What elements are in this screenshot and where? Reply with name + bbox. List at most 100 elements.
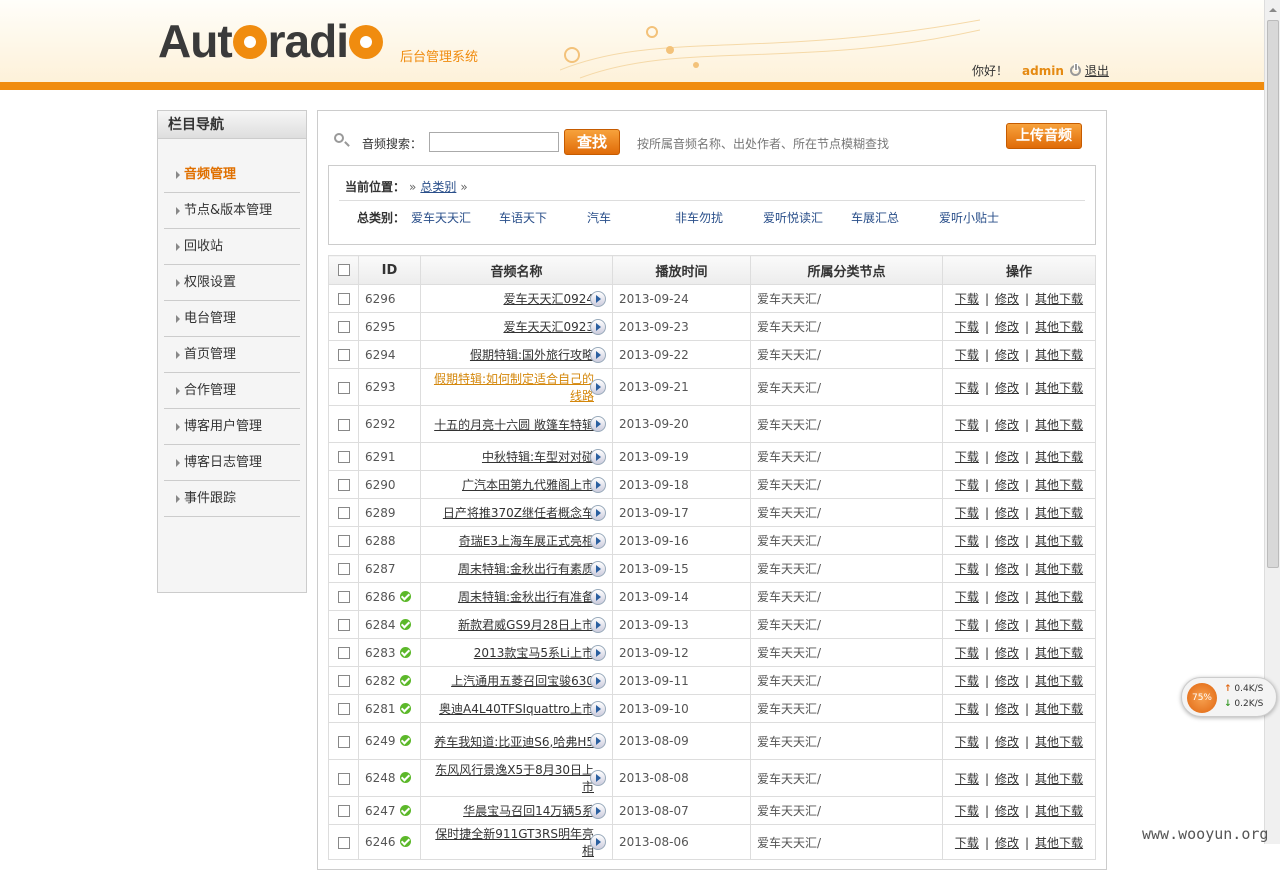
play-icon[interactable]	[590, 318, 606, 335]
play-icon[interactable]	[590, 416, 606, 432]
edit-link[interactable]: 修改	[995, 478, 1019, 492]
other-download-link[interactable]: 其他下载	[1035, 772, 1083, 786]
category-link[interactable]: 汽车	[587, 209, 611, 226]
other-download-link[interactable]: 其他下载	[1035, 292, 1083, 306]
other-download-link[interactable]: 其他下载	[1035, 506, 1083, 520]
sidebar-item[interactable]: 合作管理	[164, 373, 300, 409]
power-icon[interactable]	[1069, 63, 1081, 76]
edit-link[interactable]: 修改	[995, 381, 1019, 395]
play-icon[interactable]	[590, 802, 606, 819]
category-link[interactable]: 爱听悦读汇	[763, 209, 823, 226]
edit-link[interactable]: 修改	[995, 562, 1019, 576]
other-download-link[interactable]: 其他下载	[1035, 562, 1083, 576]
download-link[interactable]: 下载	[955, 418, 979, 432]
upload-audio-button[interactable]: 上传音频	[1006, 123, 1082, 149]
download-link[interactable]: 下载	[955, 804, 979, 818]
other-download-link[interactable]: 其他下载	[1035, 836, 1083, 850]
row-checkbox[interactable]	[337, 349, 350, 361]
category-link[interactable]: 爱听小贴士	[939, 209, 999, 226]
sidebar-item[interactable]: 首页管理	[164, 337, 300, 373]
download-link[interactable]: 下载	[955, 618, 979, 632]
search-button[interactable]: 查找	[564, 129, 620, 155]
audio-name-link[interactable]: 广汽本田第九代雅阁上市	[462, 478, 594, 492]
play-icon[interactable]	[590, 504, 606, 521]
edit-link[interactable]: 修改	[995, 674, 1019, 688]
play-icon[interactable]	[590, 532, 606, 549]
other-download-link[interactable]: 其他下载	[1035, 534, 1083, 548]
play-icon[interactable]	[590, 672, 606, 689]
download-link[interactable]: 下载	[955, 450, 979, 464]
audio-name-link[interactable]: 周末特辑:金秋出行有准备	[458, 590, 594, 604]
sidebar-item[interactable]: 博客用户管理	[164, 409, 300, 445]
scrollbar-thumb[interactable]	[1267, 20, 1279, 568]
audio-name-link[interactable]: 奇瑞E3上海车展正式亮相	[459, 534, 594, 548]
audio-name-link[interactable]: 假期特辑:国外旅行攻略	[470, 348, 594, 362]
category-link[interactable]: 非车勿扰	[675, 209, 723, 226]
audio-name-link[interactable]: 日产将推370Z继任者概念车	[443, 506, 594, 520]
audio-name-link[interactable]: 奥迪A4L40TFSIquattro上市	[439, 702, 594, 716]
row-checkbox[interactable]	[337, 591, 350, 603]
play-icon[interactable]	[590, 834, 606, 850]
edit-link[interactable]: 修改	[995, 804, 1019, 818]
other-download-link[interactable]: 其他下载	[1035, 646, 1083, 660]
other-download-link[interactable]: 其他下载	[1035, 418, 1083, 432]
row-checkbox[interactable]	[337, 647, 350, 659]
edit-link[interactable]: 修改	[995, 418, 1019, 432]
download-link[interactable]: 下载	[955, 292, 979, 306]
edit-link[interactable]: 修改	[995, 735, 1019, 749]
play-icon[interactable]	[590, 616, 606, 633]
row-checkbox[interactable]	[337, 619, 350, 631]
edit-link[interactable]: 修改	[995, 534, 1019, 548]
breadcrumb-root[interactable]: 总类别	[420, 180, 456, 194]
download-link[interactable]: 下载	[955, 674, 979, 688]
sidebar-item[interactable]: 事件跟踪	[164, 481, 300, 517]
other-download-link[interactable]: 其他下载	[1035, 320, 1083, 334]
download-link[interactable]: 下载	[955, 735, 979, 749]
row-checkbox[interactable]	[337, 293, 350, 305]
download-link[interactable]: 下载	[955, 348, 979, 362]
download-link[interactable]: 下载	[955, 702, 979, 716]
audio-name-link[interactable]: 华晨宝马召回14万辆5系	[463, 804, 594, 818]
play-icon[interactable]	[590, 448, 606, 465]
row-checkbox[interactable]	[337, 535, 350, 547]
row-checkbox[interactable]	[337, 735, 350, 748]
edit-link[interactable]: 修改	[995, 836, 1019, 850]
edit-link[interactable]: 修改	[995, 702, 1019, 716]
speed-widget[interactable]: 75% ↑ 0.4K/S ↓ 0.2K/S	[1181, 677, 1277, 717]
audio-name-link[interactable]: 假期特辑:如何制定适合自己的线路	[434, 372, 594, 403]
select-all-checkbox[interactable]	[337, 264, 350, 276]
audio-name-link[interactable]: 周末特辑:金秋出行有素质	[458, 562, 594, 576]
play-icon[interactable]	[590, 770, 606, 786]
edit-link[interactable]: 修改	[995, 292, 1019, 306]
row-checkbox[interactable]	[337, 321, 350, 333]
sidebar-item[interactable]: 电台管理	[164, 301, 300, 337]
other-download-link[interactable]: 其他下载	[1035, 735, 1083, 749]
edit-link[interactable]: 修改	[995, 590, 1019, 604]
row-checkbox[interactable]	[337, 418, 350, 431]
audio-name-link[interactable]: 保时捷全新911GT3RS明年亮相	[435, 827, 594, 858]
row-checkbox[interactable]	[337, 772, 350, 785]
edit-link[interactable]: 修改	[995, 320, 1019, 334]
download-link[interactable]: 下载	[955, 646, 979, 660]
sidebar-item[interactable]: 博客日志管理	[164, 445, 300, 481]
username[interactable]: admin	[1022, 64, 1064, 78]
other-download-link[interactable]: 其他下载	[1035, 590, 1083, 604]
audio-name-link[interactable]: 2013款宝马5系Li上市	[474, 646, 594, 660]
download-link[interactable]: 下载	[955, 506, 979, 520]
play-icon[interactable]	[590, 379, 606, 395]
audio-name-link[interactable]: 爱车天天汇0924	[503, 292, 594, 306]
play-icon[interactable]	[590, 476, 606, 493]
row-checkbox[interactable]	[337, 563, 350, 575]
other-download-link[interactable]: 其他下载	[1035, 702, 1083, 716]
play-icon[interactable]	[590, 733, 606, 749]
audio-name-link[interactable]: 东风风行景逸X5于8月30日上市	[435, 763, 594, 794]
other-download-link[interactable]: 其他下载	[1035, 348, 1083, 362]
edit-link[interactable]: 修改	[995, 506, 1019, 520]
audio-name-link[interactable]: 十五的月亮十六圆 敞篷车特辑	[434, 418, 594, 432]
other-download-link[interactable]: 其他下载	[1035, 674, 1083, 688]
sidebar-item[interactable]: 节点&版本管理	[164, 193, 300, 229]
row-checkbox[interactable]	[337, 381, 350, 394]
row-checkbox[interactable]	[337, 507, 350, 519]
edit-link[interactable]: 修改	[995, 646, 1019, 660]
download-link[interactable]: 下载	[955, 562, 979, 576]
